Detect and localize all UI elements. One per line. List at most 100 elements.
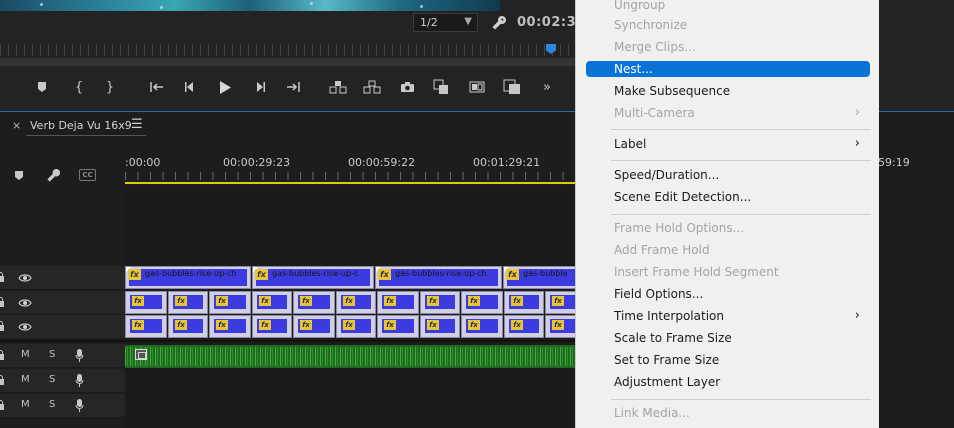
video-track-header-v2[interactable] — [0, 291, 125, 315]
video-clip[interactable]: fx — [336, 315, 376, 338]
video-clip[interactable]: fx — [377, 315, 419, 338]
play-icon[interactable] — [216, 78, 234, 96]
eye-icon[interactable] — [18, 273, 32, 283]
audio-track-header-a1[interactable]: M S — [0, 344, 125, 368]
video-clip[interactable]: fx — [504, 315, 544, 338]
more-controls-icon[interactable]: » — [538, 78, 556, 96]
video-clip[interactable]: fx — [420, 291, 460, 314]
mute-button[interactable]: M — [21, 374, 30, 385]
video-clip[interactable]: fx gas-bubble — [503, 266, 575, 289]
wrench-icon[interactable] — [491, 15, 507, 31]
audio-track-header-a2[interactable]: M S — [0, 369, 125, 393]
captions-icon[interactable]: CC — [79, 169, 96, 181]
fx-badge: fx — [343, 320, 355, 330]
lift-icon[interactable] — [329, 78, 347, 96]
menu-item-make-subsequence[interactable]: Make Subsequence — [586, 83, 870, 99]
lock-icon[interactable] — [0, 400, 5, 410]
add-marker-icon[interactable] — [13, 168, 25, 182]
extract-icon[interactable] — [363, 78, 381, 96]
eye-icon[interactable] — [18, 322, 32, 332]
video-clip[interactable]: fx — [504, 291, 544, 314]
microphone-icon[interactable] — [75, 373, 84, 388]
video-clip[interactable]: fx — [545, 315, 575, 338]
export-frame-icon[interactable] — [503, 78, 521, 96]
monitor-time-ruler[interactable] — [0, 44, 575, 56]
lock-icon[interactable] — [0, 321, 5, 331]
menu-item-nest[interactable]: Nest... — [586, 61, 870, 77]
video-track-header-v1[interactable] — [0, 315, 125, 339]
menu-item-label: Insert Frame Hold Segment — [614, 265, 779, 279]
video-clip[interactable]: fx — [293, 291, 335, 314]
audio-clip[interactable] — [125, 345, 575, 368]
zoom-level-dropdown[interactable]: 1/2 ▼ — [413, 13, 478, 32]
lock-icon[interactable] — [0, 375, 5, 385]
sequence-tab[interactable]: × Verb Deja Vu 16x9 ☰ — [0, 113, 575, 139]
video-clip[interactable]: fx — [125, 315, 167, 338]
solo-button[interactable]: S — [49, 374, 55, 385]
video-clip[interactable]: fx — [252, 291, 292, 314]
camera-icon[interactable] — [398, 78, 416, 96]
video-clip[interactable]: fx — [461, 315, 503, 338]
timeline-ruler[interactable]: :00:00 00:00:29:23 00:00:59:22 00:01:29:… — [125, 150, 575, 184]
video-clip[interactable]: fx — [336, 291, 376, 314]
video-clip[interactable]: fx gas-bubbles-rise-up-c — [252, 266, 374, 289]
add-marker-icon[interactable] — [33, 78, 51, 96]
lock-icon[interactable] — [0, 297, 5, 307]
audio-track-header-a3[interactable]: M S — [0, 394, 125, 418]
ruler-label: :00:00 — [125, 156, 161, 169]
menu-item-time-interpolation[interactable]: Time Interpolation › — [586, 308, 870, 324]
menu-item-label[interactable]: Label › — [586, 136, 870, 152]
sequence-name[interactable]: Verb Deja Vu 16x9 — [30, 119, 132, 132]
chevron-right-icon: › — [854, 308, 860, 323]
video-clip[interactable]: fx — [168, 291, 208, 314]
video-track-header-v3[interactable] — [0, 266, 125, 290]
insert-icon[interactable] — [432, 78, 450, 96]
panel-menu-icon[interactable]: ☰ — [131, 117, 143, 132]
fx-badge: fx — [511, 320, 523, 330]
clip-thumbnail: fx — [173, 319, 203, 333]
wrench-icon[interactable] — [45, 168, 61, 182]
overwrite-icon[interactable] — [468, 78, 486, 96]
video-clip[interactable]: fx — [545, 291, 575, 314]
menu-item-scene-edit-detection[interactable]: Scene Edit Detection... — [586, 189, 870, 205]
menu-item-synchronize: Synchronize — [586, 17, 870, 33]
video-clip[interactable]: fx — [125, 291, 167, 314]
step-forward-icon[interactable] — [251, 78, 269, 96]
video-clip[interactable]: fx — [209, 315, 251, 338]
menu-item-label: Synchronize — [614, 18, 688, 32]
menu-item-scale-to-frame-size[interactable]: Scale to Frame Size — [586, 330, 870, 346]
video-clip[interactable]: fx — [377, 291, 419, 314]
video-clip[interactable]: fx — [252, 315, 292, 338]
go-to-out-icon[interactable] — [285, 78, 303, 96]
mute-button[interactable]: M — [21, 349, 30, 360]
video-audio-divider[interactable] — [0, 340, 575, 342]
microphone-icon[interactable] — [75, 348, 84, 363]
step-back-icon[interactable] — [181, 78, 199, 96]
video-clip[interactable]: fx — [293, 315, 335, 338]
mark-in-icon[interactable]: { — [70, 78, 88, 96]
video-clip[interactable]: fx gas-bubbles-rise-up-ch — [125, 266, 251, 289]
video-clip[interactable]: fx — [420, 315, 460, 338]
menu-item-field-options[interactable]: Field Options... — [586, 286, 870, 302]
video-clip[interactable]: fx — [461, 291, 503, 314]
eye-icon[interactable] — [18, 298, 32, 308]
go-to-in-icon[interactable] — [147, 78, 165, 96]
menu-item-set-to-frame-size[interactable]: Set to Frame Size — [586, 352, 870, 368]
video-clip[interactable]: fx gas-bubbles-rise-up-ch — [375, 266, 502, 289]
close-icon[interactable]: × — [12, 119, 21, 132]
mute-button[interactable]: M — [21, 399, 30, 410]
work-area-bar[interactable] — [125, 182, 575, 184]
solo-button[interactable]: S — [49, 399, 55, 410]
video-clip[interactable]: fx — [209, 291, 251, 314]
video-clip[interactable]: fx — [168, 315, 208, 338]
fx-badge: fx — [255, 269, 268, 280]
clip-name: gas-bubbles-rise-up-ch — [395, 269, 487, 278]
menu-item-adjustment-layer[interactable]: Adjustment Layer — [586, 374, 870, 390]
lock-icon[interactable] — [0, 350, 5, 360]
mark-out-icon[interactable]: } — [101, 78, 119, 96]
lock-icon[interactable] — [0, 272, 5, 282]
solo-button[interactable]: S — [49, 349, 55, 360]
monitor-scrollbar[interactable] — [0, 58, 575, 66]
menu-item-speed-duration[interactable]: Speed/Duration... — [586, 167, 870, 183]
microphone-icon[interactable] — [75, 398, 84, 413]
